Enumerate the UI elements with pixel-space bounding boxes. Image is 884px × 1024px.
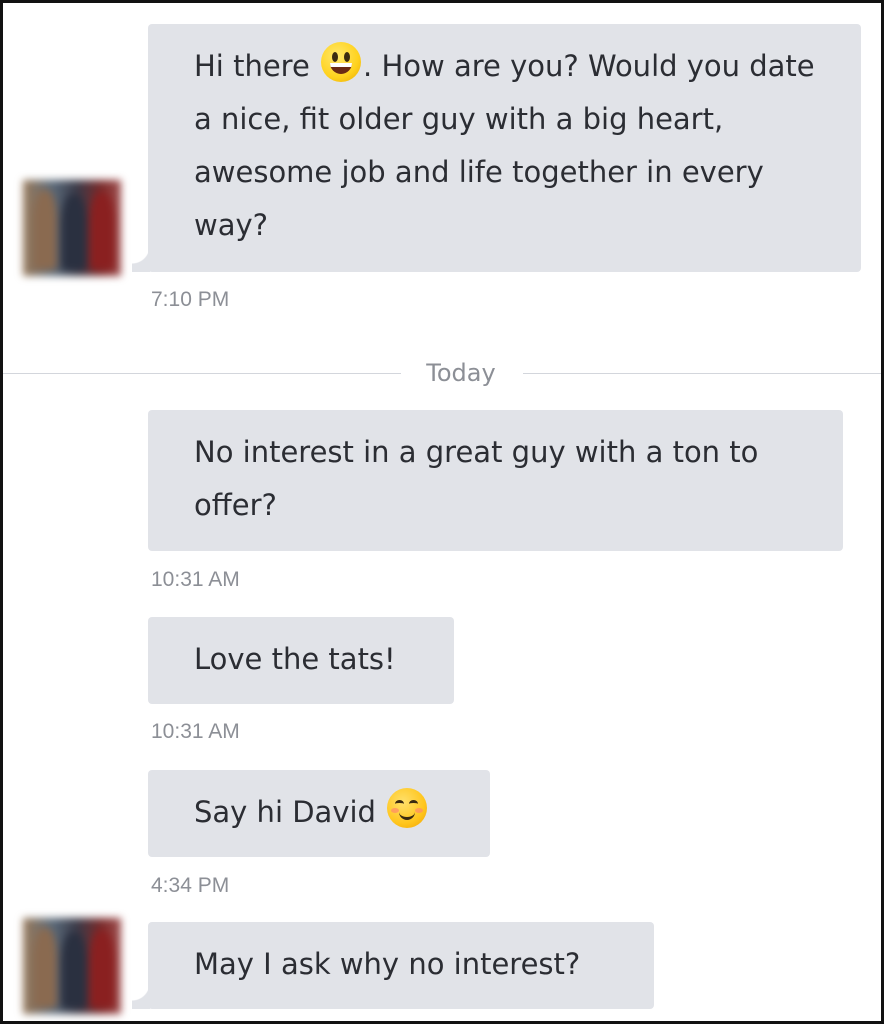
sender-avatar[interactable] bbox=[23, 918, 121, 1014]
sender-avatar[interactable] bbox=[23, 180, 121, 276]
message-bubble[interactable]: Say hi David bbox=[148, 770, 490, 857]
message-bubble[interactable]: No interest in a great guy with a ton to… bbox=[148, 410, 843, 551]
message-text: May I ask why no interest? bbox=[194, 947, 581, 981]
day-divider-line bbox=[3, 373, 401, 374]
chat-window: Hi there . How are you? Would you date a… bbox=[0, 0, 884, 1024]
day-divider-label: Today bbox=[426, 359, 496, 387]
message-text: Say hi David bbox=[194, 795, 386, 829]
message-bubble[interactable]: Love the tats! bbox=[148, 617, 454, 704]
message-timestamp: 4:34 PM bbox=[151, 874, 230, 897]
message-timestamp: 7:10 PM bbox=[151, 288, 230, 311]
grinning-face-icon bbox=[321, 42, 362, 82]
message-text: No interest in a great guy with a ton to… bbox=[194, 435, 759, 522]
message-bubble[interactable]: May I ask why no interest? bbox=[132, 922, 654, 1009]
smiling-face-icon bbox=[387, 788, 428, 828]
day-divider-line bbox=[523, 373, 881, 374]
message-bubble[interactable]: Hi there . How are you? Would you date a… bbox=[132, 24, 861, 272]
message-text: Hi there bbox=[194, 49, 320, 83]
message-timestamp: 10:31 AM bbox=[151, 720, 240, 743]
message-text: Love the tats! bbox=[194, 642, 396, 676]
message-timestamp: 10:31 AM bbox=[151, 568, 240, 591]
